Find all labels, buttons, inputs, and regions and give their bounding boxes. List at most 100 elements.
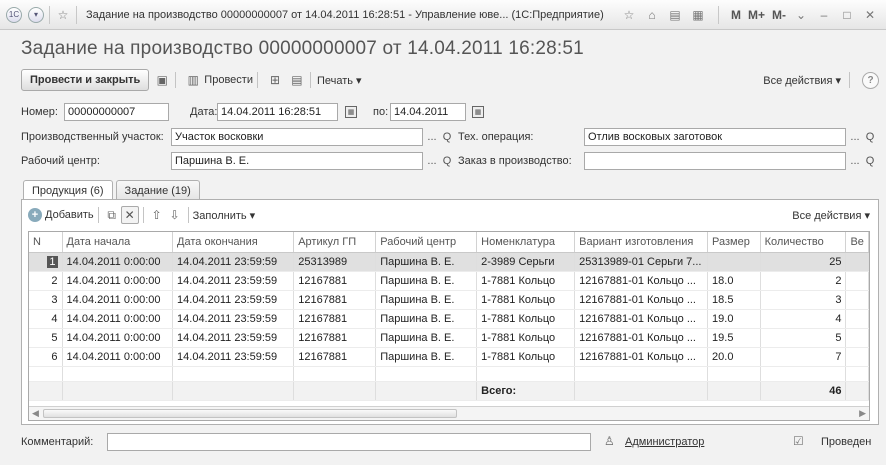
table-cell[interactable]: 2 — [760, 271, 847, 291]
post-and-close-button[interactable]: Провести и закрыть — [21, 69, 150, 91]
table-cell[interactable]: 14.04.2011 0:00:00 — [62, 347, 174, 367]
operation-search-icon[interactable]: Q — [863, 128, 877, 146]
table-cell[interactable]: 1-7881 Кольцо — [476, 347, 576, 367]
column-header[interactable]: Дата начала — [62, 232, 174, 253]
to-date-calendar-icon[interactable]: ▦ — [470, 103, 486, 121]
table-cell[interactable] — [845, 271, 869, 291]
minimize-icon[interactable]: – — [816, 8, 832, 22]
table-cell[interactable]: 1-7881 Кольцо — [476, 271, 576, 291]
table-row[interactable]: 1 14.04.2011 0:00:00 14.04.2011 23:59:59… — [29, 252, 869, 272]
table-cell[interactable]: 19.0 — [707, 309, 761, 329]
table-cell[interactable]: 20.0 — [707, 347, 761, 367]
table-row[interactable]: 2 14.04.2011 0:00:00 14.04.2011 23:59:59… — [29, 271, 869, 291]
table-cell[interactable]: 2-3989 Серьги — [476, 252, 576, 272]
delete-icon[interactable]: ✕ — [120, 206, 139, 224]
table-cell[interactable] — [845, 347, 869, 367]
scroll-left-icon[interactable]: ◀ — [32, 408, 39, 419]
scrollbar-thumb[interactable] — [43, 409, 457, 418]
column-header[interactable]: Рабочий центр — [375, 232, 478, 253]
table-cell[interactable]: 7 — [760, 347, 847, 367]
tab-products[interactable]: Продукция (6) — [23, 180, 113, 201]
section-field[interactable]: Участок восковки — [171, 128, 423, 146]
table-cell[interactable]: 12167881 — [293, 347, 377, 367]
comment-field[interactable] — [107, 433, 591, 451]
table-cell[interactable]: 5 — [760, 328, 847, 348]
date-calendar-icon[interactable]: ▦ — [343, 103, 359, 121]
move-up-icon[interactable]: ⇧ — [148, 206, 166, 224]
all-actions-menu[interactable]: Все действия ▾ ? — [763, 71, 879, 89]
table-row[interactable]: 4 14.04.2011 0:00:00 14.04.2011 23:59:59… — [29, 309, 869, 329]
table-cell[interactable]: 12167881 — [293, 328, 377, 348]
table-cell[interactable]: 12167881-01 Кольцо ... — [574, 347, 709, 367]
structure-icon[interactable]: ⊞ — [266, 71, 284, 89]
table-cell[interactable]: Паршина В. Е. — [375, 309, 478, 329]
order-select-button[interactable]: ... — [847, 152, 863, 170]
table-cell[interactable] — [707, 252, 761, 272]
table-cell[interactable]: 14.04.2011 23:59:59 — [172, 290, 295, 310]
column-header[interactable]: Ве — [845, 232, 869, 253]
menu-dropdown-icon[interactable]: ▾ — [28, 6, 44, 23]
table-row[interactable]: 3 14.04.2011 0:00:00 14.04.2011 23:59:59… — [29, 290, 869, 310]
table-cell[interactable]: 1-7881 Кольцо — [476, 290, 576, 310]
1c-logo-icon[interactable]: 1С — [6, 6, 22, 23]
post-button[interactable]: Провести — [204, 74, 253, 86]
table-cell[interactable]: 12167881-01 Кольцо ... — [574, 290, 709, 310]
table-cell[interactable]: 14.04.2011 0:00:00 — [62, 309, 174, 329]
move-down-icon[interactable]: ⇩ — [166, 206, 184, 224]
table-cell[interactable]: 4 — [760, 309, 847, 329]
table-cell[interactable]: 12167881-01 Кольцо ... — [574, 309, 709, 329]
column-header[interactable]: Номенклатура — [476, 232, 576, 253]
table-cell[interactable]: Паршина В. Е. — [375, 252, 478, 272]
column-header[interactable]: Количество — [760, 232, 847, 253]
memory-minus-button[interactable]: M- — [772, 8, 786, 22]
table-cell[interactable]: 12167881-01 Кольцо ... — [574, 271, 709, 291]
print-menu[interactable]: Печать ▾ — [317, 74, 362, 87]
column-header[interactable]: Размер — [707, 232, 761, 253]
table-cell[interactable]: 12167881 — [293, 271, 377, 291]
column-header[interactable]: Артикул ГП — [293, 232, 377, 253]
order-search-icon[interactable]: Q — [863, 152, 877, 170]
table-cell[interactable] — [845, 309, 869, 329]
table-cell[interactable]: 14.04.2011 0:00:00 — [62, 252, 174, 272]
scroll-right-icon[interactable]: ▶ — [859, 408, 866, 419]
horizontal-scrollbar[interactable]: ◀ ▶ — [29, 406, 869, 420]
table-cell[interactable]: 1-7881 Кольцо — [476, 328, 576, 348]
table-cell[interactable]: 14.04.2011 0:00:00 — [62, 328, 174, 348]
table-cell[interactable]: Паршина В. Е. — [375, 328, 478, 348]
dropdown-icon[interactable]: ⌄ — [793, 8, 809, 22]
date-field[interactable]: 14.04.2011 16:28:51 — [217, 103, 338, 121]
add-favorite-icon[interactable]: ☆ — [621, 8, 637, 22]
column-header[interactable]: Дата окончания — [172, 232, 295, 253]
table-cell[interactable] — [845, 328, 869, 348]
author-link[interactable]: Администратор — [625, 436, 704, 448]
calculator-icon[interactable]: ▤ — [667, 8, 683, 22]
table-cell[interactable]: 18.5 — [707, 290, 761, 310]
copy-icon[interactable]: ⧉ — [103, 206, 121, 224]
maximize-icon[interactable]: □ — [839, 8, 855, 22]
table-cell[interactable]: 3 — [760, 290, 847, 310]
number-field[interactable]: 00000000007 — [64, 103, 169, 121]
table-cell[interactable]: 25313989-01 Серьги 7... — [574, 252, 709, 272]
calendar-icon[interactable]: ▦ — [690, 8, 706, 22]
help-icon[interactable]: ? — [862, 71, 879, 89]
table-cell[interactable]: Паршина В. Е. — [375, 347, 478, 367]
to-date-field[interactable]: 14.04.2011 — [390, 103, 466, 121]
table-cell[interactable]: 14.04.2011 0:00:00 — [62, 271, 174, 291]
table-cell[interactable]: 14.04.2011 23:59:59 — [172, 328, 295, 348]
table-all-actions-menu[interactable]: Все действия ▾ — [792, 209, 870, 222]
table-cell[interactable]: 1-7881 Кольцо — [476, 309, 576, 329]
memory-button[interactable]: M — [731, 8, 741, 22]
table-cell[interactable]: 12167881 — [293, 309, 377, 329]
products-table[interactable]: N Дата начала Дата окончания Артикул ГП … — [28, 231, 870, 421]
table-cell[interactable]: 25 — [760, 252, 847, 272]
table-cell[interactable]: 14.04.2011 23:59:59 — [172, 347, 295, 367]
table-cell[interactable]: 12167881-01 Кольцо ... — [574, 328, 709, 348]
column-header[interactable]: Вариант изготовления — [574, 232, 709, 253]
fill-menu[interactable]: Заполнить ▾ — [193, 209, 256, 222]
save-icon[interactable]: ▣ — [153, 71, 171, 89]
post-icon[interactable]: ▥ — [184, 71, 202, 89]
order-field[interactable] — [584, 152, 846, 170]
table-cell[interactable]: 14.04.2011 23:59:59 — [172, 309, 295, 329]
section-search-icon[interactable]: Q — [440, 128, 454, 146]
tab-tasks[interactable]: Задание (19) — [115, 180, 200, 200]
